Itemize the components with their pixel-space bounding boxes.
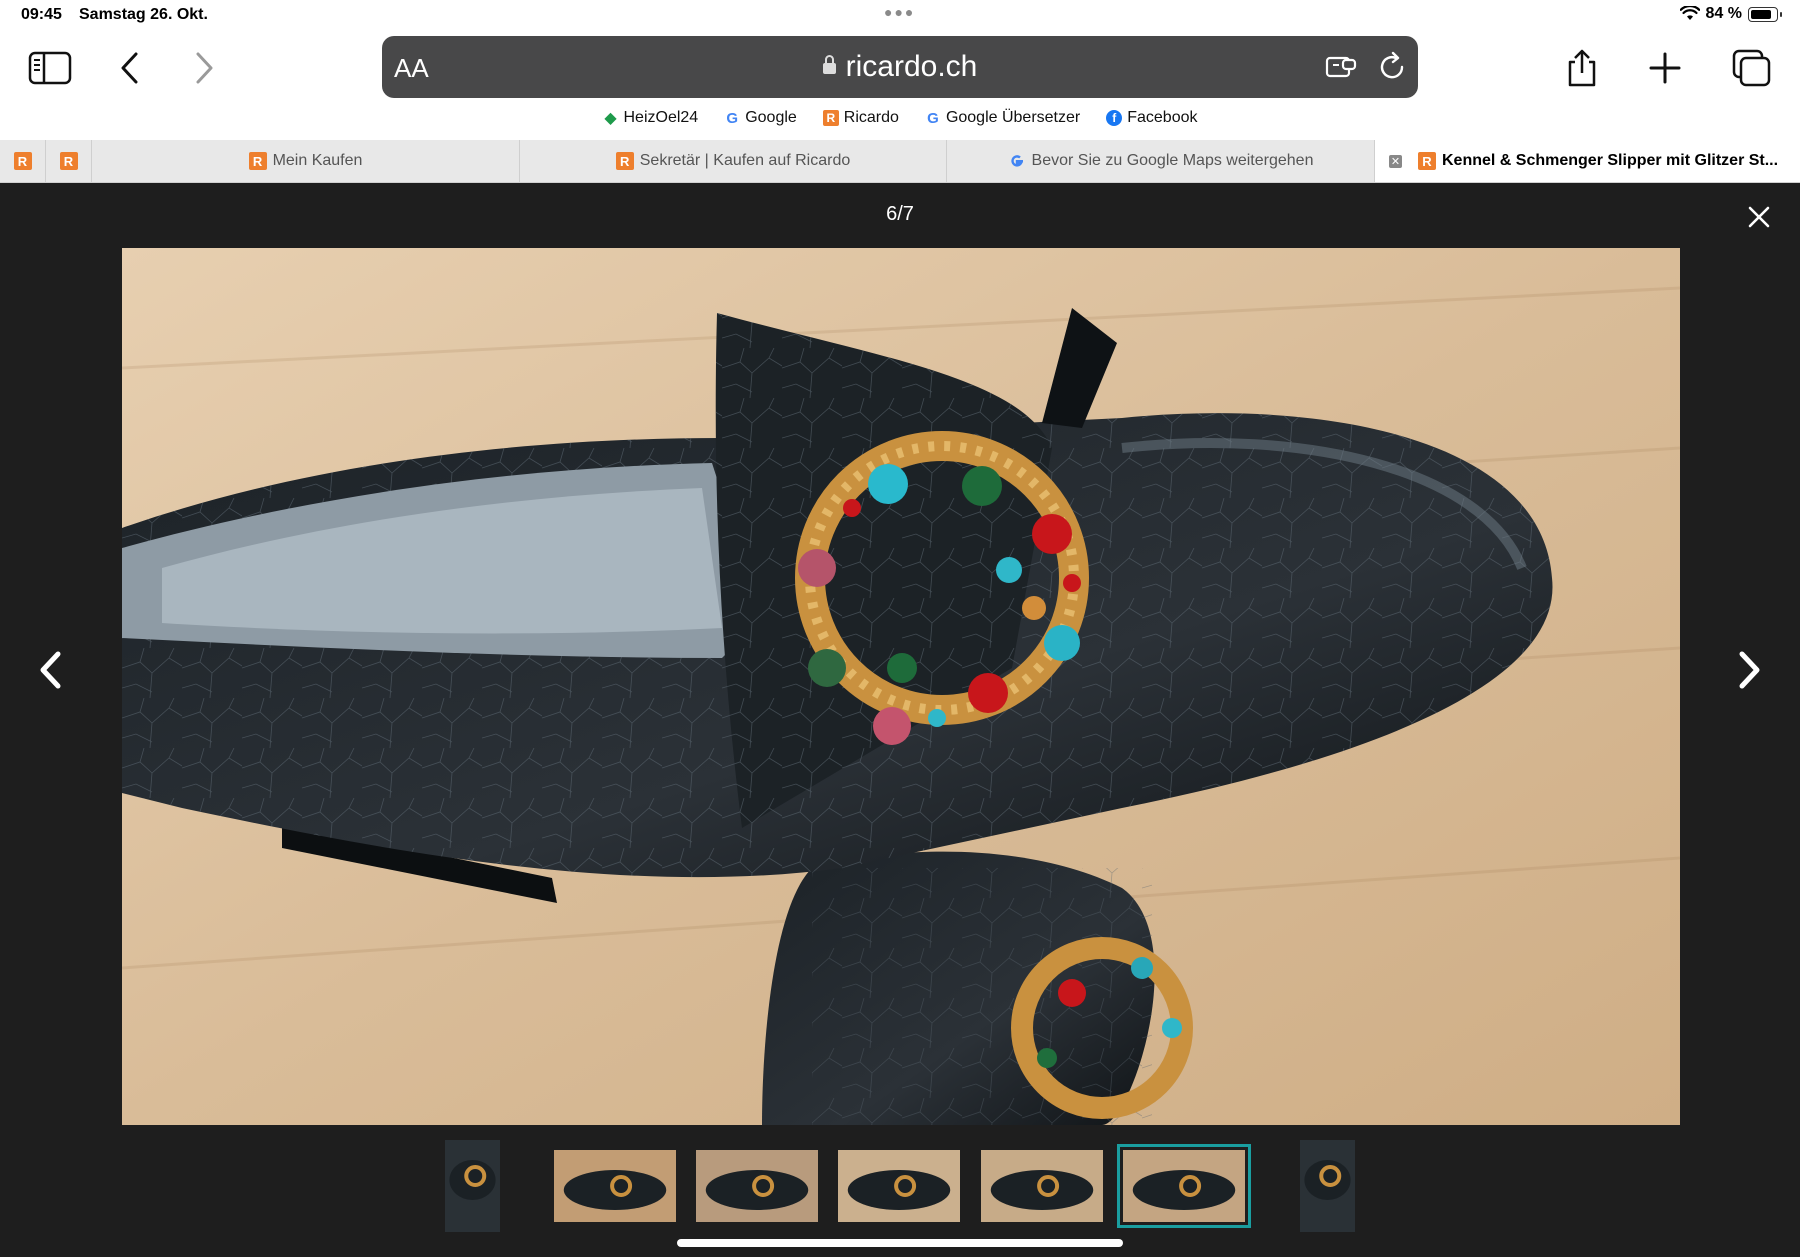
bookmarks-bar: ◆ HeizOel24 G Google R Ricardo G Google Überset… — [0, 109, 1800, 127]
status-time: 09:45 — [21, 6, 62, 23]
tab-overview-button[interactable] — [1730, 46, 1772, 90]
status-date: Samstag 26. Okt. — [79, 6, 208, 23]
battery-icon — [1748, 6, 1782, 22]
url-text: ricardo.ch — [845, 50, 978, 83]
bookmark-ricardo[interactable]: R Ricardo — [822, 109, 899, 127]
bookmark-label: HeizOel24 — [623, 109, 699, 126]
gallery-thumbnail[interactable] — [981, 1150, 1103, 1222]
google-icon: G — [726, 109, 739, 127]
ricardo-icon: R — [248, 152, 267, 170]
ricardo-icon: R — [13, 152, 32, 170]
battery-percentage: 84 % — [1705, 5, 1742, 22]
tab-sekretaer[interactable]: R Sekretär | Kaufen auf Ricardo — [520, 140, 947, 182]
gallery-thumbnail[interactable] — [696, 1150, 818, 1222]
gallery-thumbnail[interactable] — [554, 1150, 676, 1222]
tab-mein-kaufen[interactable]: R Mein Kaufen — [92, 140, 520, 182]
tab-google-maps[interactable]: Bevor Sie zu Google Maps weitergehen — [947, 140, 1375, 182]
ricardo-icon: R — [59, 152, 78, 170]
bookmark-facebook[interactable]: f Facebook — [1106, 109, 1198, 127]
gallery-thumbnail[interactable] — [1117, 1144, 1251, 1228]
status-bar: 09:45 Samstag 26. Okt. ●●● 84 % — [0, 0, 1800, 30]
bookmark-google-übersetzer[interactable]: G Google Übersetzer — [925, 109, 1080, 127]
close-tab-icon[interactable]: ✕ — [1389, 154, 1402, 168]
google-icon — [1010, 155, 1023, 167]
gallery-counter: 6/7 — [886, 203, 914, 225]
gallery-thumbnail[interactable] — [838, 1150, 960, 1222]
share-icon — [1568, 49, 1596, 87]
status-indicators: 84 % — [1679, 5, 1782, 23]
chevron-right-icon — [196, 52, 213, 84]
multitasking-dots-icon[interactable]: ●●● — [884, 4, 915, 20]
ricardo-icon: R — [822, 110, 839, 126]
chevron-right-icon — [1739, 651, 1760, 689]
wifi-icon — [1679, 6, 1700, 20]
gallery-thumbnail[interactable] — [1299, 1140, 1355, 1232]
url-display: ricardo.ch — [382, 50, 1418, 84]
ricardo-icon: R — [615, 152, 634, 170]
tab-label: Bevor Sie zu Google Maps weitergehen — [1031, 152, 1314, 169]
lock-icon — [822, 55, 836, 74]
close-gallery-button[interactable] — [1748, 206, 1770, 233]
chevron-left-icon — [121, 52, 138, 84]
facebook-icon: f — [1106, 110, 1123, 126]
ricardo-icon: R — [1418, 152, 1436, 170]
next-image-button[interactable] — [1736, 650, 1762, 695]
pinned-tab-1[interactable]: R — [0, 140, 46, 182]
thumbnail-strip — [0, 1140, 1800, 1244]
browser-chrome: 09:45 Samstag 26. Okt. ●●● 84 % AA ricar… — [0, 0, 1800, 140]
bookmark-label: Ricardo — [843, 109, 899, 126]
tab-label: Sekretär | Kaufen auf Ricardo — [639, 152, 851, 169]
previous-image-button[interactable] — [38, 650, 64, 695]
gallery-thumbnail[interactable] — [444, 1140, 500, 1232]
product-photo — [122, 248, 1680, 1125]
bookmark-heizoel24[interactable]: ◆ HeizOel24 — [603, 109, 699, 127]
extensions-icon[interactable] — [1324, 50, 1360, 84]
chevron-left-icon — [40, 651, 61, 689]
sidebar-icon — [28, 51, 72, 85]
bookmark-label: Facebook — [1127, 109, 1198, 126]
share-button[interactable] — [1564, 46, 1600, 90]
tab-label: Kennel & Schmenger Slipper mit Glitzer S… — [1442, 152, 1779, 169]
google-translate-icon: G — [927, 109, 939, 127]
tab-kennel-schmenger[interactable]: ✕ R Kennel & Schmenger Slipper mit Glitz… — [1375, 140, 1800, 182]
heizoel-icon: ◆ — [604, 110, 617, 127]
bookmark-label: Google — [745, 109, 797, 126]
bookmark-label: Google Übersetzer — [945, 109, 1081, 126]
home-indicator[interactable] — [677, 1239, 1123, 1247]
tab-overview-icon — [1732, 49, 1771, 87]
sidebar-button[interactable] — [28, 46, 72, 90]
back-button[interactable] — [118, 46, 142, 90]
reload-icon[interactable] — [1376, 50, 1408, 84]
new-tab-button[interactable] — [1648, 46, 1682, 90]
close-icon — [1748, 206, 1770, 228]
plus-icon — [1649, 52, 1681, 84]
address-bar[interactable]: AA ricardo.ch — [382, 36, 1418, 98]
pinned-tab-2[interactable]: R — [46, 140, 92, 182]
forward-button[interactable] — [192, 46, 216, 90]
tab-label: Mein Kaufen — [272, 152, 363, 169]
tab-strip: R R R Mein Kaufen R Sekretär | Kaufen au… — [0, 140, 1800, 183]
bookmark-google[interactable]: G Google — [724, 109, 797, 127]
